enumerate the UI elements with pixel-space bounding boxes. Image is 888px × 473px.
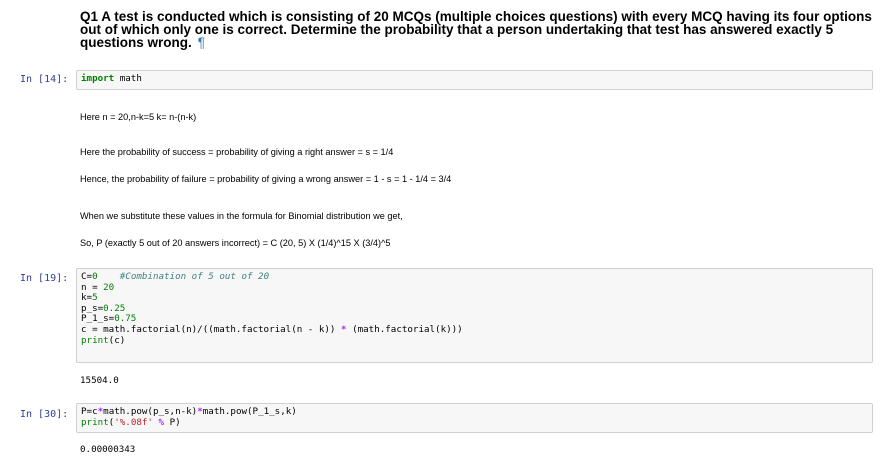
markdown-text-formula: So, P (exactly 5 out of 20 answers incor… — [80, 238, 391, 248]
cell-output-30: 0.00000343 — [80, 444, 136, 455]
code-comment: #Combination of 5 out of 20 — [97, 271, 270, 282]
question-heading: Q1 A test is conducted which is consisti… — [80, 10, 880, 50]
code-line: P=c*math.pow(p_s,n-k)*math.pow(P_1_s,k) — [81, 406, 868, 418]
markdown-text-substitute: When we substitute these values in the f… — [80, 211, 403, 221]
code-line: p_s=0.25 — [81, 302, 868, 315]
code-text: C= — [81, 271, 93, 282]
code-cell-30[interactable]: P=c*math.pow(p_s,n-k)*math.pow(P_1_s,k) … — [76, 403, 873, 433]
code-text: math — [114, 73, 142, 84]
code-text: P_1_s= — [81, 313, 115, 325]
number-literal: 5 — [92, 292, 98, 304]
number-literal: 0.25 — [103, 302, 126, 314]
code-text: P) — [164, 416, 181, 428]
markdown-text-failure: Hence, the probability of failure = prob… — [80, 174, 452, 184]
builtin-function: print — [81, 334, 109, 346]
code-text: P=c — [81, 406, 98, 417]
code-text: p_s= — [81, 302, 104, 314]
code-text: math.pow(P_1_s,k) — [202, 406, 297, 417]
code-line: print('%.08f' % P) — [81, 416, 868, 429]
code-text: math.pow(p_s,n-k) — [103, 406, 198, 417]
code-cell-14[interactable]: import math — [76, 70, 873, 90]
cell-prompt-30: In [30]: — [20, 409, 69, 420]
code-cell-19[interactable]: C=0 #Combination of 5 out of 20 n = 20 k… — [76, 268, 873, 363]
number-literal: 20 — [103, 281, 115, 293]
number-literal: 0.75 — [114, 313, 137, 325]
keyword: import — [81, 73, 115, 84]
cell-prompt-19: In [19]: — [20, 273, 69, 284]
cell-output-19: 15504.0 — [80, 375, 119, 386]
code-line: C=0 #Combination of 5 out of 20 — [81, 271, 868, 283]
code-text: k= — [81, 292, 93, 304]
code-line: c = math.factorial(n)/((math.factorial(n… — [81, 323, 868, 336]
cell-prompt-14: In [14]: — [20, 74, 69, 85]
code-line: k=5 — [81, 292, 868, 304]
code-line: print(c) — [81, 334, 868, 347]
code-text: n = — [81, 281, 104, 293]
markdown-text-n: Here n = 20,n-k=5 k= n-(n-k) — [80, 112, 197, 122]
code-line: n = 20 — [81, 281, 868, 294]
markdown-text-success: Here the probability of success = probab… — [80, 147, 394, 157]
code-text: c = math.factorial(n)/((math.factorial(n… — [81, 323, 341, 335]
anchor-link-icon[interactable]: ¶ — [198, 35, 205, 50]
string-literal: '%.08f' — [114, 416, 153, 428]
code-line: import math — [81, 73, 868, 85]
code-text: (math.factorial(k))) — [346, 323, 463, 335]
builtin-function: print — [81, 416, 109, 428]
code-text: (c) — [108, 334, 126, 346]
